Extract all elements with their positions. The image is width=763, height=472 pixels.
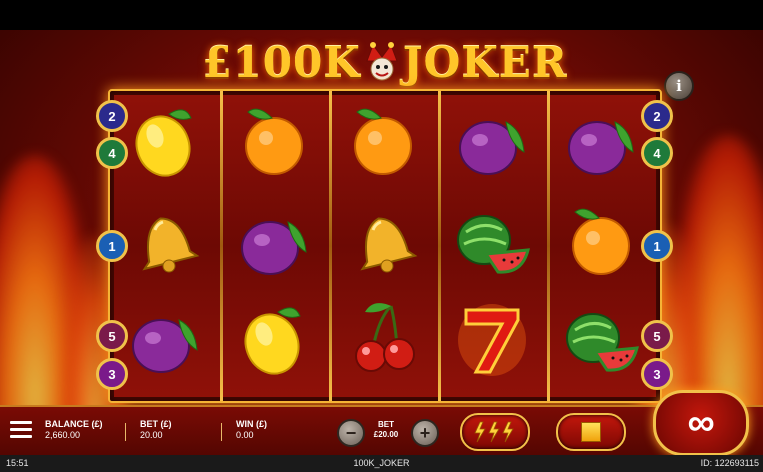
orange-icon bbox=[561, 200, 641, 280]
bell-icon bbox=[125, 200, 205, 280]
stop-button[interactable] bbox=[556, 413, 626, 451]
win-display: WIN (£) 0.00 bbox=[236, 419, 267, 441]
minus-icon: − bbox=[345, 423, 357, 443]
payline-marker-left: 3 bbox=[96, 358, 128, 390]
payline-marker-right: 3 bbox=[641, 358, 673, 390]
watermelon-icon bbox=[561, 298, 641, 378]
balance-value: 2,660.00 bbox=[45, 430, 81, 440]
turbo-button[interactable] bbox=[460, 413, 530, 451]
info-icon: i bbox=[676, 77, 682, 95]
balance-label: BALANCE (£) bbox=[45, 419, 103, 429]
bet-selector-value: £20.00 bbox=[373, 430, 399, 439]
payline-marker-right: 1 bbox=[641, 230, 673, 262]
menu-button[interactable] bbox=[10, 421, 32, 439]
lightning-icon bbox=[474, 421, 514, 443]
bet-value: 20.00 bbox=[140, 430, 163, 440]
payline-marker-right: 4 bbox=[641, 137, 673, 169]
bet-selector-label: BET bbox=[378, 420, 394, 429]
win-value: 0.00 bbox=[236, 430, 254, 440]
bet-label: BET (£) bbox=[140, 419, 172, 429]
game-id: ID: 122693115 bbox=[700, 458, 759, 468]
lemon-icon bbox=[125, 100, 205, 180]
plum-icon bbox=[561, 100, 641, 180]
autoplay-button[interactable]: ∞ bbox=[653, 390, 749, 456]
bell-icon bbox=[343, 200, 423, 280]
plum-icon bbox=[234, 200, 314, 280]
increase-bet-button[interactable]: + bbox=[411, 419, 439, 447]
lemon-icon bbox=[234, 298, 314, 378]
decrease-bet-button[interactable]: − bbox=[337, 419, 365, 447]
payline-marker-right: 5 bbox=[641, 320, 673, 352]
watermelon-icon bbox=[452, 200, 532, 280]
hamburger-icon-line bbox=[10, 435, 32, 438]
payline-marker-right: 2 bbox=[641, 100, 673, 132]
stop-icon bbox=[581, 422, 601, 442]
plum-icon bbox=[452, 100, 532, 180]
control-bar: BALANCE (£) 2,660.00 BET (£) 20.00 WIN (… bbox=[0, 405, 763, 457]
joker-icon bbox=[363, 41, 401, 83]
bet-selector: BET £20.00 bbox=[366, 417, 406, 448]
payline-marker-left: 4 bbox=[96, 137, 128, 169]
game-logo: £100K JOKER bbox=[202, 34, 566, 90]
status-bar: 15:51 100K_JOKER ID: 122693115 bbox=[0, 455, 763, 472]
plus-icon: + bbox=[419, 423, 431, 443]
payline-marker-left: 1 bbox=[96, 230, 128, 262]
game-logo-left-text: £100K bbox=[202, 37, 361, 87]
plum-icon bbox=[125, 298, 205, 378]
game-logo-right-text: JOKER bbox=[402, 37, 568, 87]
orange-icon bbox=[343, 100, 423, 180]
hamburger-icon-line bbox=[10, 428, 32, 431]
orange-icon bbox=[234, 100, 314, 180]
hamburger-icon-line bbox=[10, 421, 32, 424]
divider bbox=[125, 423, 126, 441]
game-area: £100K JOKER i 2 4 1 5 3 2 4 1 5 3 bbox=[0, 30, 763, 455]
win-label: WIN (£) bbox=[236, 419, 267, 429]
payline-marker-left: 5 bbox=[96, 320, 128, 352]
balance-display: BALANCE (£) 2,660.00 bbox=[45, 419, 103, 441]
payline-marker-left: 2 bbox=[96, 100, 128, 132]
cherries-icon bbox=[343, 298, 423, 378]
infinity-icon: ∞ bbox=[687, 401, 715, 444]
divider bbox=[221, 423, 222, 441]
bet-display: BET (£) 20.00 bbox=[140, 419, 172, 441]
game-name: 100K_JOKER bbox=[353, 458, 410, 468]
info-button[interactable]: i bbox=[664, 71, 694, 101]
seven-icon bbox=[452, 298, 532, 378]
